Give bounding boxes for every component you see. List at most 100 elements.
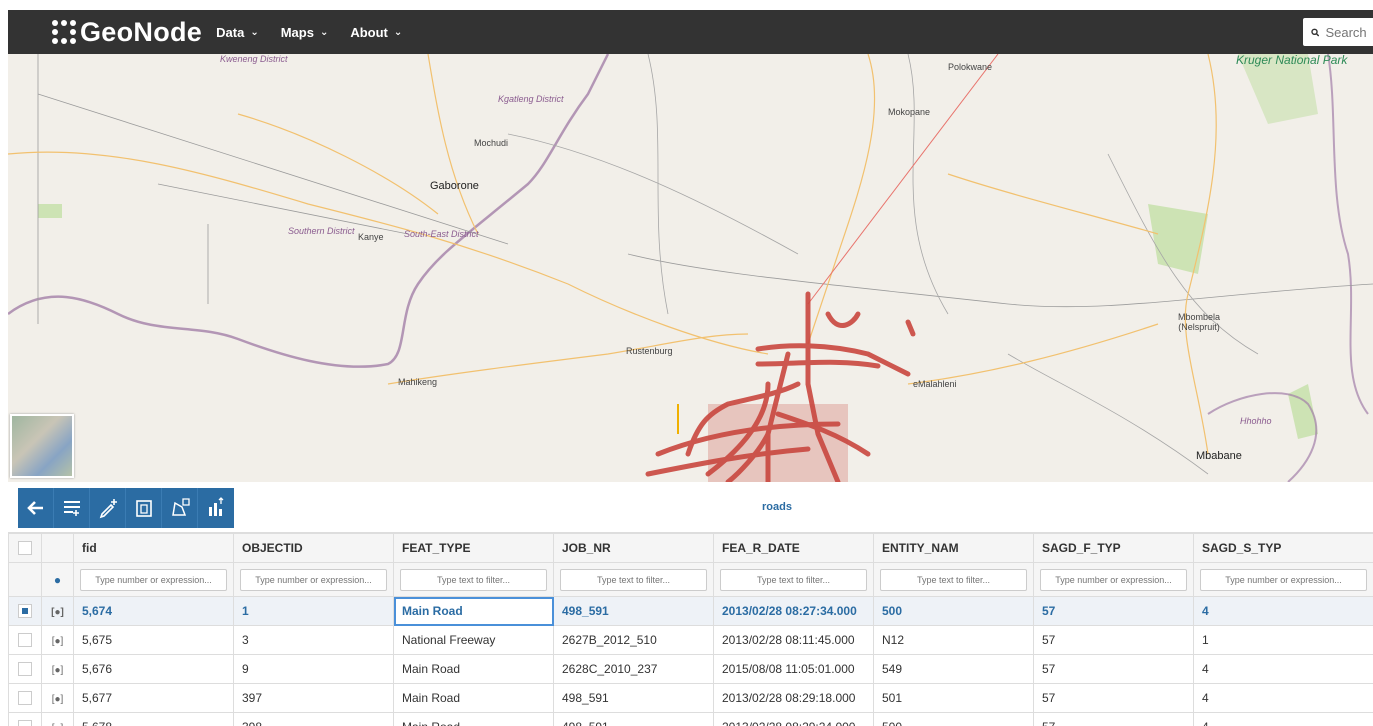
row-checkbox[interactable]: [18, 691, 32, 706]
zoom-cell[interactable]: [●]: [41, 596, 74, 626]
table-row[interactable]: [●] 5,674 1 Main Road 498_591 2013/02/28…: [8, 596, 1373, 626]
geonode-logo[interactable]: GeoNode: [52, 17, 202, 48]
filter-input-entity-nam[interactable]: [880, 568, 1027, 591]
menu-about[interactable]: About ⌄: [350, 25, 402, 40]
cell[interactable]: 4: [1193, 654, 1373, 684]
row-select-cell[interactable]: [8, 654, 42, 684]
cell[interactable]: 2013/02/28 08:29:24.000: [713, 712, 874, 726]
zoom-cell[interactable]: [●]: [41, 625, 74, 655]
delete-geometry-button[interactable]: [162, 488, 198, 528]
zoom-to-feature-icon[interactable]: [●]: [52, 694, 64, 705]
cell[interactable]: 57: [1033, 712, 1194, 726]
cell[interactable]: 57: [1033, 596, 1194, 626]
zoom-to-feature-icon[interactable]: [●]: [51, 607, 64, 618]
table-row[interactable]: [●] 5,675 3 National Freeway 2627B_2012_…: [8, 625, 1373, 655]
filter-input-sagd-s-typ[interactable]: [1200, 568, 1367, 591]
row-select-cell[interactable]: [8, 625, 42, 655]
filter-zoom-cell[interactable]: ●: [41, 562, 74, 597]
column-header-sagd-s-typ[interactable]: SAGD_S_TYP: [1193, 533, 1373, 563]
chart-button[interactable]: [198, 488, 234, 528]
cell[interactable]: 57: [1033, 625, 1194, 655]
select-all-cell[interactable]: [8, 533, 42, 563]
cell[interactable]: 5,676: [73, 654, 234, 684]
cell[interactable]: 5,675: [73, 625, 234, 655]
cell[interactable]: 501: [873, 683, 1034, 713]
column-header-sagd-f-typ[interactable]: SAGD_F_TYP: [1033, 533, 1194, 563]
cell[interactable]: Main Road: [393, 712, 554, 726]
column-header-entity-nam[interactable]: ENTITY_NAM: [873, 533, 1034, 563]
select-all-checkbox[interactable]: [18, 541, 32, 556]
cell[interactable]: 500: [873, 596, 1034, 626]
filter-button[interactable]: [54, 488, 90, 528]
cell[interactable]: N12: [873, 625, 1034, 655]
cell[interactable]: 5,677: [73, 683, 234, 713]
cell[interactable]: 9: [233, 654, 394, 684]
cell[interactable]: 2627B_2012_510: [553, 625, 714, 655]
cell[interactable]: 4: [1193, 712, 1373, 726]
cell[interactable]: 2013/02/28 08:27:34.000: [713, 596, 874, 626]
cell[interactable]: 549: [873, 654, 1034, 684]
zoom-cell[interactable]: [●]: [41, 683, 74, 713]
edit-mode-button[interactable]: [90, 488, 126, 528]
table-row[interactable]: [●] 5,676 9 Main Road 2628C_2010_237 201…: [8, 654, 1373, 684]
cell[interactable]: Main Road: [393, 596, 554, 626]
row-checkbox[interactable]: [18, 720, 32, 726]
layer-title: roads: [762, 501, 792, 513]
cell[interactable]: 2013/02/28 08:29:18.000: [713, 683, 874, 713]
cell[interactable]: Main Road: [393, 683, 554, 713]
cell[interactable]: 398: [233, 712, 394, 726]
cell[interactable]: 3: [233, 625, 394, 655]
cell[interactable]: 57: [1033, 654, 1194, 684]
filter-input-sagd-f-typ[interactable]: [1040, 568, 1187, 591]
column-header-feat-type[interactable]: FEAT_TYPE: [393, 533, 554, 563]
cell[interactable]: 57: [1033, 683, 1194, 713]
filter-input-fid[interactable]: [80, 568, 227, 591]
cell[interactable]: 4: [1193, 596, 1373, 626]
row-checkbox[interactable]: [18, 633, 32, 648]
cell[interactable]: 1: [1193, 625, 1373, 655]
map-marker-icon[interactable]: ●: [54, 573, 61, 587]
cell[interactable]: 2015/08/08 11:05:01.000: [713, 654, 874, 684]
cell[interactable]: 5,678: [73, 712, 234, 726]
cell[interactable]: 5,674: [73, 596, 234, 626]
label-mokopane: Mokopane: [888, 107, 931, 117]
row-checkbox[interactable]: [18, 662, 32, 677]
cell[interactable]: 498_591: [553, 683, 714, 713]
map-viewer[interactable]: Kweneng District Kgatleng District Mochu…: [8, 54, 1373, 482]
cell[interactable]: 2013/02/28 08:11:45.000: [713, 625, 874, 655]
column-header-fid[interactable]: fid: [73, 533, 234, 563]
zoom-cell[interactable]: [●]: [41, 712, 74, 726]
filter-input-objectid[interactable]: [240, 568, 387, 591]
row-checkbox[interactable]: [18, 604, 32, 619]
back-button[interactable]: [18, 488, 54, 528]
background-selector[interactable]: [10, 414, 74, 478]
zoom-to-feature-icon[interactable]: [●]: [52, 665, 64, 676]
filter-input-job-nr[interactable]: [560, 568, 707, 591]
delete-button[interactable]: [126, 488, 162, 528]
menu-data[interactable]: Data ⌄: [216, 25, 259, 40]
menu-maps[interactable]: Maps ⌄: [281, 25, 329, 40]
zoom-to-feature-icon[interactable]: [●]: [52, 636, 64, 647]
filter-input-fea-r-date[interactable]: [720, 568, 867, 591]
row-select-cell[interactable]: [8, 712, 42, 726]
cell[interactable]: National Freeway: [393, 625, 554, 655]
cell[interactable]: 498_591: [553, 712, 714, 726]
search-input[interactable]: [1325, 24, 1373, 40]
cell[interactable]: 498_591: [553, 596, 714, 626]
cell[interactable]: 397: [233, 683, 394, 713]
cell[interactable]: 4: [1193, 683, 1373, 713]
cell[interactable]: 500: [873, 712, 1034, 726]
row-select-cell[interactable]: [8, 596, 42, 626]
column-header-objectid[interactable]: OBJECTID: [233, 533, 394, 563]
row-select-cell[interactable]: [8, 683, 42, 713]
search-box[interactable]: [1303, 18, 1373, 46]
filter-input-feat-type[interactable]: [400, 568, 547, 591]
cell[interactable]: 2628C_2010_237: [553, 654, 714, 684]
column-header-job-nr[interactable]: JOB_NR: [553, 533, 714, 563]
table-row[interactable]: [●] 5,677 397 Main Road 498_591 2013/02/…: [8, 683, 1373, 713]
cell[interactable]: Main Road: [393, 654, 554, 684]
column-header-fea-r-date[interactable]: FEA_R_DATE: [713, 533, 874, 563]
table-row[interactable]: [●] 5,678 398 Main Road 498_591 2013/02/…: [8, 712, 1373, 726]
zoom-cell[interactable]: [●]: [41, 654, 74, 684]
cell[interactable]: 1: [233, 596, 394, 626]
